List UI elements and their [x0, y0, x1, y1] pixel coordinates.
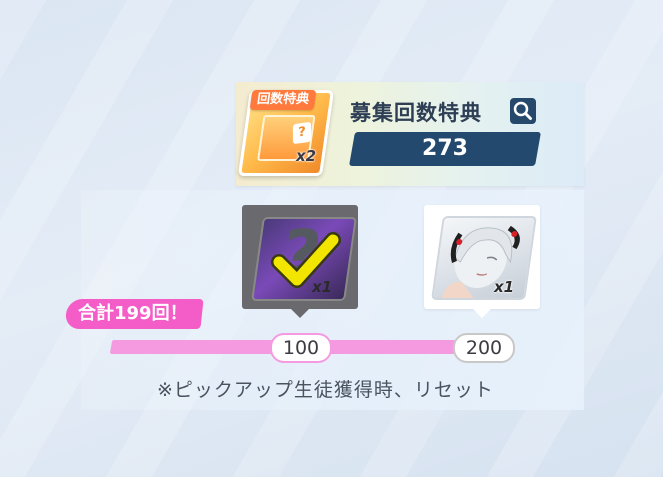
- reward-slot-100-pointer: [290, 308, 310, 318]
- search-icon: [513, 101, 532, 120]
- reward-count: x1: [312, 278, 333, 296]
- reward-count: x1: [494, 278, 515, 296]
- bonus-item-count: x2: [296, 147, 317, 165]
- page-title: 募集回数特典: [350, 101, 482, 125]
- reward-slot-200-pointer: [472, 308, 492, 318]
- student-portrait: [431, 216, 537, 300]
- reset-notice: ※ピックアップ生徒獲得時、リセット: [157, 379, 494, 401]
- milestone-marker-100: 100: [270, 333, 332, 363]
- milestone-marker-200: 200: [453, 333, 515, 363]
- total-count-badge: 合計199回！: [64, 299, 204, 329]
- total-count-label: 合計199回！: [78, 303, 188, 324]
- search-button[interactable]: [510, 98, 536, 124]
- recruit-count-value: 273: [422, 136, 468, 161]
- question-mark-icon: ?: [292, 121, 312, 145]
- bonus-tag-label: 回数特典: [249, 90, 317, 110]
